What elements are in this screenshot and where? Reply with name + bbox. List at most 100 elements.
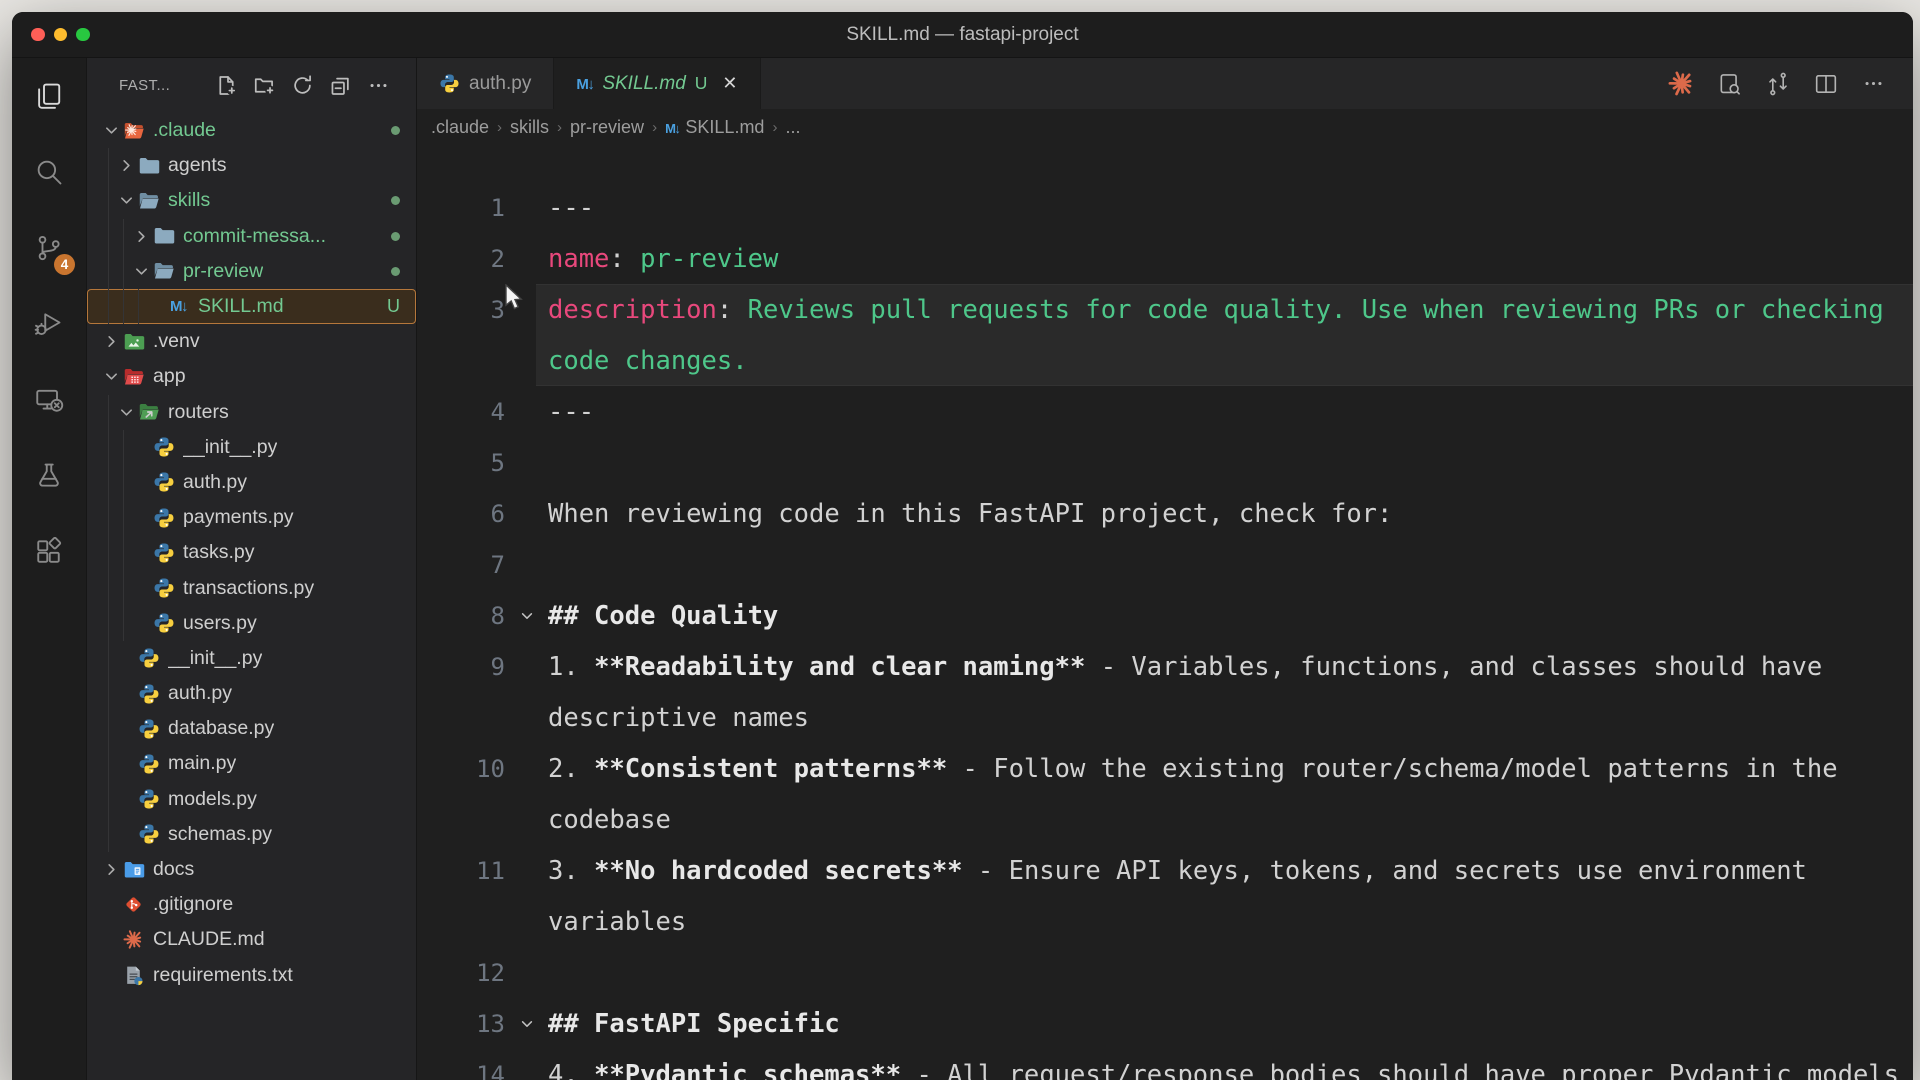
indent-guide xyxy=(101,570,116,605)
fold-chevron-icon[interactable] xyxy=(505,1016,548,1032)
open-preview-side-button[interactable] xyxy=(1716,70,1743,97)
fold-chevron-icon[interactable] xyxy=(505,608,548,624)
tree-item-label: __init__.py xyxy=(168,647,262,670)
breadcrumb-item-skills[interactable]: skills xyxy=(510,117,549,138)
code-line-wrap[interactable]: code changes. xyxy=(417,335,1913,386)
more-button[interactable] xyxy=(366,74,390,98)
activity-item-testing[interactable] xyxy=(12,438,86,514)
tree-item-pr-review[interactable]: pr-review xyxy=(87,254,416,289)
python-icon xyxy=(152,577,175,600)
code-area[interactable]: 1---2name: pr-review3description: Review… xyxy=(417,146,1913,1080)
chevron-right-icon[interactable] xyxy=(116,157,137,174)
breadcrumb-item-skill-md[interactable]: M↓SKILL.md xyxy=(665,117,764,138)
chevron-right-icon[interactable] xyxy=(131,228,152,245)
code-line-wrap[interactable]: descriptive names xyxy=(417,692,1913,743)
tree-item-tasks-py[interactable]: tasks.py xyxy=(87,535,416,570)
refresh-button[interactable] xyxy=(290,74,314,98)
breadcrumb-label: ... xyxy=(785,117,800,138)
tree-item-claude-md[interactable]: CLAUDE.md xyxy=(87,922,416,957)
tree-item-app[interactable]: app xyxy=(87,359,416,394)
code-line-8[interactable]: 8## Code Quality xyxy=(417,590,1913,641)
activity-item-extensions[interactable] xyxy=(12,514,86,590)
tree-item-docs[interactable]: docs xyxy=(87,852,416,887)
tree-item-commit-messa-[interactable]: commit-messa... xyxy=(87,219,416,254)
tree-item-models-py[interactable]: models.py xyxy=(87,782,416,817)
chevron-right-icon[interactable] xyxy=(101,333,122,350)
tree-item--gitignore[interactable]: .gitignore xyxy=(87,887,416,922)
tree-item-database-py[interactable]: database.py xyxy=(87,711,416,746)
tree-item-agents[interactable]: agents xyxy=(87,148,416,183)
tree-item-requirements-txt[interactable]: requirements.txt xyxy=(87,958,416,993)
code-line-10[interactable]: 102. **Consistent patterns** - Follow th… xyxy=(417,743,1913,794)
breadcrumb-item--claude[interactable]: .claude xyxy=(431,117,489,138)
explorer-sidebar: FAST... .claudeagentsskills commit-messa.… xyxy=(87,58,417,1080)
chevron-right-icon[interactable] xyxy=(101,861,122,878)
code-line-7[interactable]: 7 xyxy=(417,539,1913,590)
activity-item-source-control[interactable]: 4 xyxy=(12,210,86,286)
code-line-1[interactable]: 1--- xyxy=(417,182,1913,233)
tree-item-schemas-py[interactable]: schemas.py xyxy=(87,817,416,852)
python-icon xyxy=(137,717,160,740)
chevron-down-icon[interactable] xyxy=(101,122,122,139)
indent-guide xyxy=(101,746,116,781)
chevron-down-icon[interactable] xyxy=(101,368,122,385)
code-line-12[interactable]: 12 xyxy=(417,947,1913,998)
code-line-13[interactable]: 13## FastAPI Specific xyxy=(417,998,1913,1049)
code-line-wrap[interactable]: codebase xyxy=(417,794,1913,845)
collapse-folders-button[interactable] xyxy=(328,74,352,98)
tree-item-skills[interactable]: skills xyxy=(87,183,416,218)
chevron-down-icon[interactable] xyxy=(116,404,137,421)
code-line-14[interactable]: 144. **Pydantic schemas** - All request/… xyxy=(417,1049,1913,1080)
tab-skill-md[interactable]: M↓SKILL.mdU✕ xyxy=(554,58,760,109)
breadcrumb-item--[interactable]: ... xyxy=(785,117,800,138)
tree-item-label: commit-messa... xyxy=(183,225,326,248)
tree-item-users-py[interactable]: users.py xyxy=(87,606,416,641)
tree-item-payments-py[interactable]: payments.py xyxy=(87,500,416,535)
code-line-11[interactable]: 113. **No hardcoded secrets** - Ensure A… xyxy=(417,845,1913,896)
tree-item-auth-py[interactable]: auth.py xyxy=(87,676,416,711)
indent-guide xyxy=(101,148,116,183)
breadcrumb-separator-icon: › xyxy=(652,119,657,136)
tab-close-icon[interactable]: ✕ xyxy=(722,73,737,94)
new-folder-button[interactable] xyxy=(252,74,276,98)
code-line-3[interactable]: 3description: Reviews pull requests for … xyxy=(417,284,1913,335)
folder-open-icon xyxy=(137,189,160,212)
claude-extension-button[interactable] xyxy=(1668,70,1695,97)
code-text: name: pr-review xyxy=(548,244,778,274)
tree-item-skill-md[interactable]: M↓SKILL.mdU xyxy=(87,289,416,324)
code-text: When reviewing code in this FastAPI proj… xyxy=(548,499,1392,529)
tree-item-main-py[interactable]: main.py xyxy=(87,746,416,781)
tree-item-auth-py[interactable]: auth.py xyxy=(87,465,416,500)
explorer-title[interactable]: FAST... xyxy=(119,77,170,94)
breadcrumb-item-pr-review[interactable]: pr-review xyxy=(570,117,644,138)
activity-item-remote-explorer[interactable] xyxy=(12,362,86,438)
tree-item-routers[interactable]: routers xyxy=(87,395,416,430)
indent-guide xyxy=(101,606,116,641)
compare-changes-button[interactable] xyxy=(1764,70,1791,97)
code-line-9[interactable]: 91. **Readability and clear naming** - V… xyxy=(417,641,1913,692)
python-icon xyxy=(152,541,175,564)
activity-item-explorer[interactable] xyxy=(12,58,86,134)
code-line-6[interactable]: 6When reviewing code in this FastAPI pro… xyxy=(417,488,1913,539)
tree-item--venv[interactable]: .venv xyxy=(87,324,416,359)
tree-item--init-py[interactable]: __init__.py xyxy=(87,430,416,465)
code-text: ## FastAPI Specific xyxy=(548,1009,840,1039)
code-line-4[interactable]: 4--- xyxy=(417,386,1913,437)
chevron-down-icon[interactable] xyxy=(131,263,152,280)
code-line-2[interactable]: 2name: pr-review xyxy=(417,233,1913,284)
tree-item--init-py[interactable]: __init__.py xyxy=(87,641,416,676)
code-line-5[interactable]: 5 xyxy=(417,437,1913,488)
code-line-wrap[interactable]: variables xyxy=(417,896,1913,947)
tab-auth-py[interactable]: auth.py xyxy=(417,58,554,109)
chevron-down-icon[interactable] xyxy=(116,192,137,209)
python-icon xyxy=(137,682,160,705)
tree-item--claude[interactable]: .claude xyxy=(87,113,416,148)
more-actions-button[interactable] xyxy=(1860,70,1887,97)
activity-item-run-debug[interactable] xyxy=(12,286,86,362)
new-file-button[interactable] xyxy=(214,74,238,98)
activity-item-search[interactable] xyxy=(12,134,86,210)
title-bar[interactable]: SKILL.md — fastapi-project xyxy=(12,12,1913,58)
tree-item-transactions-py[interactable]: transactions.py xyxy=(87,570,416,605)
split-editor-button[interactable] xyxy=(1812,70,1839,97)
python-icon xyxy=(152,612,175,635)
